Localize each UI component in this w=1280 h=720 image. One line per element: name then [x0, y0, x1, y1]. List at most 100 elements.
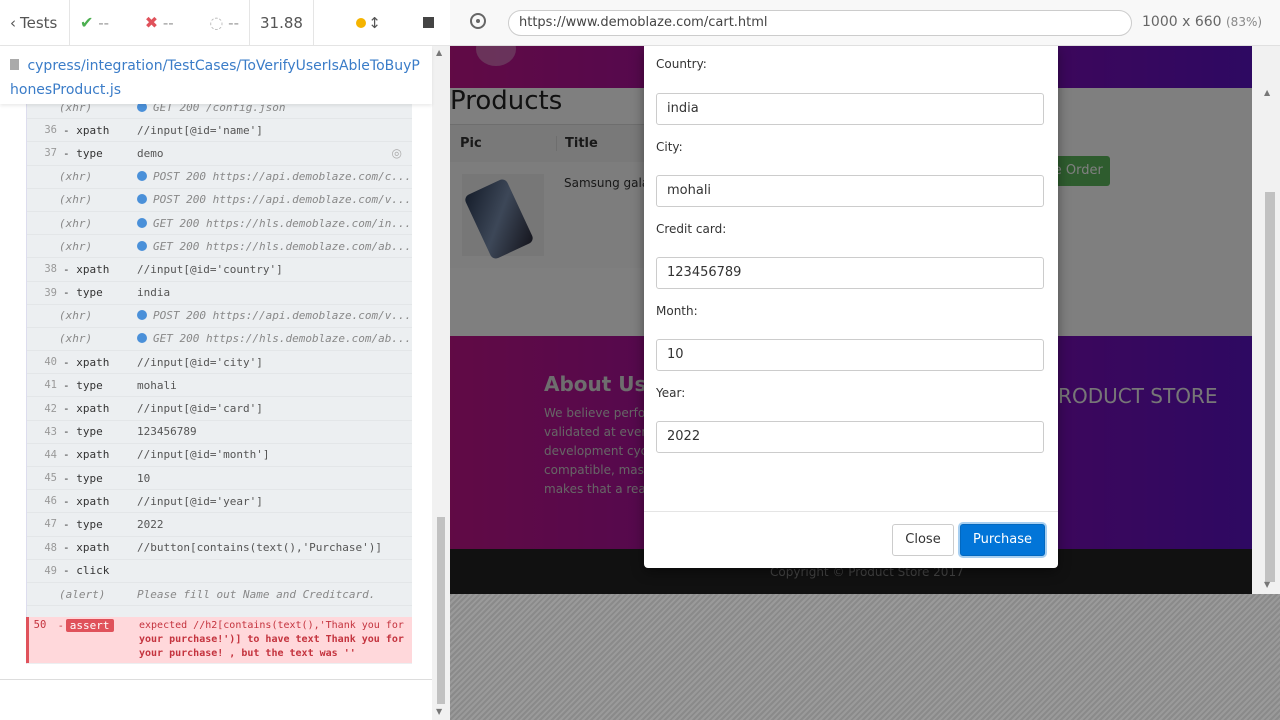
command-row[interactable]: (alert) Please fill out Name and Creditca… — [27, 583, 412, 607]
command-number: 43 — [44, 425, 57, 438]
assert-message-line: your purchase!')] to have text Thank you… — [139, 634, 404, 645]
aut-scrollbar-thumb[interactable] — [1265, 192, 1275, 582]
command-row[interactable]: (xhr) POST 200 https://api.demoblaze.com/… — [27, 305, 412, 328]
zoom-level: (83%) — [1226, 15, 1263, 29]
command-message-text: GET 200 https://hls.demoblaze.com/ab... — [153, 332, 412, 346]
app-under-test: Products Pic Title Samsung galaxy s6 Pla… — [450, 46, 1252, 594]
command-message: demo — [137, 147, 412, 160]
xhr-status-dot-icon — [137, 171, 147, 182]
command-number: 41 — [44, 379, 57, 392]
check-icon: ✔ — [80, 13, 94, 32]
command-row[interactable]: 37 - type demo ◎ — [27, 142, 412, 166]
x-icon: ✖ — [144, 13, 159, 32]
command-name: - type — [63, 286, 103, 300]
command-message-text: //button[contains(text(),'Purchase')] — [137, 541, 383, 555]
command-row[interactable]: (xhr) GET 200 https://hls.demoblaze.com/a… — [27, 328, 412, 352]
command-row[interactable]: (xhr) POST 200 https://api.demoblaze.com/… — [27, 166, 412, 189]
reporter-scrollbar-thumb[interactable] — [437, 517, 445, 704]
month-field[interactable]: 10 — [656, 339, 1044, 371]
command-name: (xhr) — [59, 216, 93, 230]
command-message-text: 123456789 — [137, 425, 197, 439]
command-row[interactable]: 41 - type mohali — [27, 374, 412, 398]
stop-icon[interactable] — [422, 17, 434, 28]
url-bar[interactable]: https://www.demoblaze.com/cart.html — [508, 10, 1132, 36]
command-message: //input[@id='card'] — [137, 402, 412, 415]
command-message: POST 200 https://api.demoblaze.com/v... — [137, 193, 412, 206]
month-label: Month: — [656, 304, 698, 318]
command-message-text: 10 — [137, 471, 151, 485]
tests-label: Tests — [20, 13, 58, 32]
command-row[interactable]: 38 - xpath //input[@id='country'] — [27, 258, 412, 282]
command-row[interactable]: (xhr) GET 200 https://hls.demoblaze.com/i… — [27, 212, 412, 236]
command-row[interactable]: 48 - xpath //button[contains(text(),'Purch… — [27, 537, 412, 560]
assert-message-line: expected //h2[contains(text(),'Thank you… — [139, 620, 404, 631]
command-number: 36 — [44, 124, 57, 137]
command-row[interactable]: (xhr) POST 200 https://api.demoblaze.com/… — [27, 189, 412, 212]
command-message: mohali — [137, 379, 412, 392]
command-number: 47 — [44, 518, 57, 531]
command-name: - type — [63, 517, 103, 531]
command-name: (xhr) — [59, 332, 93, 346]
command-number: 40 — [44, 356, 57, 369]
command-log: (xhr) GET 200 /config.json 36- xpath//inpu… — [26, 96, 412, 664]
command-row[interactable]: 40 - xpath //input[@id='city'] — [27, 351, 412, 375]
test-reporter: ‹ Tests ✔ -- ✖ -- ◌ -- 31.88 ↕ cypress/i… — [0, 0, 450, 720]
scroll-down-icon[interactable]: ▼ — [436, 707, 442, 716]
scroll-down-icon[interactable]: ▼ — [1264, 580, 1270, 589]
command-message-text: 2022 — [137, 517, 164, 531]
command-name: - xpath — [63, 355, 110, 369]
command-row[interactable]: 46 - xpath //input[@id='year'] — [27, 490, 412, 514]
command-message: 10 — [137, 472, 412, 485]
eye-slash-icon[interactable]: ◎ — [392, 146, 402, 160]
command-row[interactable]: 45 - type 10 — [27, 467, 412, 491]
failed-assertion[interactable]: 50 - assert expected //h2[contains(text(… — [26, 617, 412, 663]
tests-button[interactable]: ‹ Tests — [0, 0, 70, 46]
command-row[interactable]: (xhr) GET 200 https://hls.demoblaze.com/a… — [27, 235, 412, 259]
command-message-text: POST 200 https://api.demoblaze.com/c... — [153, 170, 412, 184]
country-field[interactable]: india — [656, 93, 1044, 125]
command-message: POST 200 https://api.demoblaze.com/c... — [137, 170, 412, 183]
spec-path-bar: cypress/integration/TestCases/ToVerifyUs… — [0, 46, 432, 104]
command-name: - click — [63, 564, 110, 578]
command-row[interactable]: 43 - type 123456789 — [27, 421, 412, 444]
auto-scroll-arrows-icon[interactable]: ↕ — [368, 14, 381, 32]
command-message: GET 200 https://hls.demoblaze.com/ab... — [137, 240, 412, 253]
card-field[interactable]: 123456789 — [656, 257, 1044, 289]
command-row[interactable]: 42 - xpath //input[@id='card'] — [27, 397, 412, 421]
scroll-up-icon[interactable]: ▲ — [436, 48, 442, 57]
xhr-status-dot-icon — [137, 240, 147, 251]
card-label: Credit card: — [656, 222, 727, 236]
command-name: (xhr) — [59, 170, 93, 184]
command-row[interactable]: 44 - xpath //input[@id='month'] — [27, 444, 412, 467]
command-name: - xpath — [63, 262, 110, 276]
command-row[interactable]: 39 - type india — [27, 282, 412, 305]
viewport-size: 1000 x 660 (83%) — [1142, 14, 1263, 30]
command-row[interactable]: 49 - click — [27, 560, 412, 583]
spec-path[interactable]: cypress/integration/TestCases/ToVerifyUs… — [10, 58, 420, 98]
command-name: - xpath — [63, 494, 110, 508]
xhr-status-dot-icon — [137, 217, 147, 228]
auto-scroll-dot-icon[interactable] — [356, 17, 366, 28]
command-message: POST 200 https://api.demoblaze.com/v... — [137, 309, 412, 322]
assert-message-line: your purchase! , but the text was '' — [139, 648, 356, 659]
city-field[interactable]: mohali — [656, 175, 1044, 207]
divider — [0, 679, 432, 680]
command-message-text: POST 200 https://api.demoblaze.com/v... — [153, 193, 412, 207]
command-message: //input[@id='name'] — [137, 124, 412, 137]
purchase-button[interactable]: Purchase — [960, 524, 1045, 556]
aut-scrollbar[interactable]: ▲ ▼ — [1252, 46, 1280, 594]
command-message-text: //input[@id='year'] — [137, 494, 263, 508]
command-message-text: //input[@id='city'] — [137, 355, 263, 369]
command-row[interactable]: 47 - type 2022 — [27, 513, 412, 537]
assert-badge: assert — [65, 619, 114, 632]
command-name: (alert) — [59, 587, 106, 601]
year-field[interactable]: 2022 — [656, 421, 1044, 453]
close-button[interactable]: Close — [892, 524, 954, 556]
command-message: GET 200 https://hls.demoblaze.com/ab... — [137, 332, 412, 345]
command-message-text: POST 200 https://api.demoblaze.com/v... — [153, 309, 412, 323]
scroll-up-icon[interactable]: ▲ — [1264, 88, 1270, 97]
command-row[interactable]: 36 - xpath //input[@id='name'] — [27, 119, 412, 143]
command-message-text: india — [137, 286, 171, 300]
command-number: 44 — [44, 448, 57, 461]
file-icon — [10, 59, 19, 70]
